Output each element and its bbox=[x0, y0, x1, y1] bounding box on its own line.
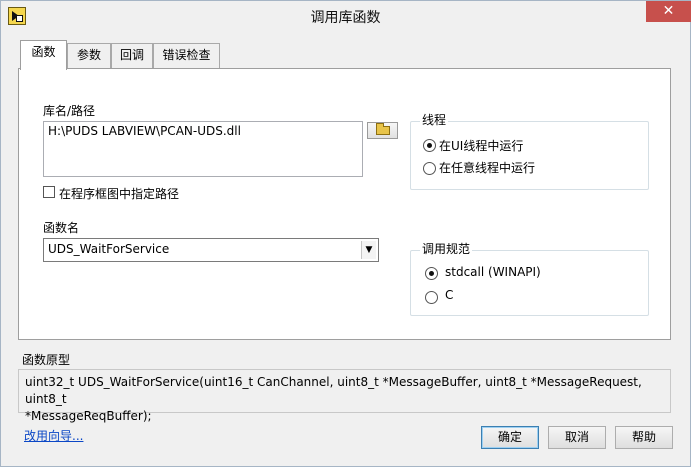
title-bar: 调用库函数 ✕ bbox=[1, 1, 691, 33]
tab-parameters[interactable]: 参数 bbox=[67, 43, 111, 68]
function-name-value: UDS_WaitForService bbox=[48, 242, 170, 256]
tab-callbacks[interactable]: 回调 bbox=[111, 43, 153, 68]
library-path-field[interactable]: H:\PUDS LABVIEW\PCAN-UDS.dll bbox=[43, 121, 363, 177]
window-title: 调用库函数 bbox=[310, 10, 381, 26]
function-name-select[interactable]: UDS_WaitForService ▼ bbox=[43, 238, 379, 262]
run-in-ui-thread-label: 在UI线程中运行 bbox=[439, 139, 524, 153]
calling-convention-groupbox bbox=[410, 250, 649, 316]
library-path-value: H:\PUDS LABVIEW\PCAN-UDS.dll bbox=[48, 124, 241, 138]
tab-function[interactable]: 函数 bbox=[20, 40, 67, 70]
stdcall-label: stdcall (WINAPI) bbox=[445, 265, 541, 279]
library-path-label: 库名/路径 bbox=[43, 104, 96, 118]
calling-convention-title: 调用规范 bbox=[420, 240, 473, 257]
chevron-down-icon[interactable]: ▼ bbox=[361, 241, 376, 259]
radio-run-in-ui-thread[interactable] bbox=[423, 139, 436, 152]
run-in-any-thread-label: 在任意线程中运行 bbox=[439, 161, 536, 175]
prototype-line-2: *MessageReqBuffer); bbox=[25, 409, 152, 423]
cancel-button[interactable]: 取消 bbox=[548, 426, 606, 449]
close-button[interactable]: ✕ bbox=[646, 1, 691, 22]
thread-group-title: 线程 bbox=[420, 111, 449, 128]
help-button[interactable]: 帮助 bbox=[615, 426, 673, 449]
tab-error-checking[interactable]: 错误检查 bbox=[153, 43, 220, 68]
function-name-label: 函数名 bbox=[43, 221, 80, 235]
ok-button[interactable]: 确定 bbox=[481, 426, 539, 449]
specify-path-label: 在程序框图中指定路径 bbox=[59, 187, 180, 201]
radio-run-in-any-thread[interactable] bbox=[423, 162, 436, 175]
prototype-label: 函数原型 bbox=[22, 353, 71, 367]
call-library-function-dialog: 调用库函数 ✕ 函数 参数 回调 错误检查 库名/路径 H:\PUDS LABV… bbox=[0, 0, 691, 467]
thread-groupbox bbox=[410, 121, 649, 190]
switch-to-wizard-link[interactable]: 改用向导... bbox=[24, 427, 83, 444]
c-convention-label: C bbox=[445, 288, 454, 302]
radio-stdcall[interactable] bbox=[425, 267, 438, 280]
folder-open-icon bbox=[376, 123, 390, 135]
browse-button[interactable] bbox=[367, 122, 398, 139]
prototype-line-1: uint32_t UDS_WaitForService(uint16_t Can… bbox=[25, 375, 642, 406]
prototype-display: uint32_t UDS_WaitForService(uint16_t Can… bbox=[18, 369, 671, 423]
specify-path-checkbox[interactable] bbox=[43, 186, 55, 198]
radio-c[interactable] bbox=[425, 291, 438, 304]
